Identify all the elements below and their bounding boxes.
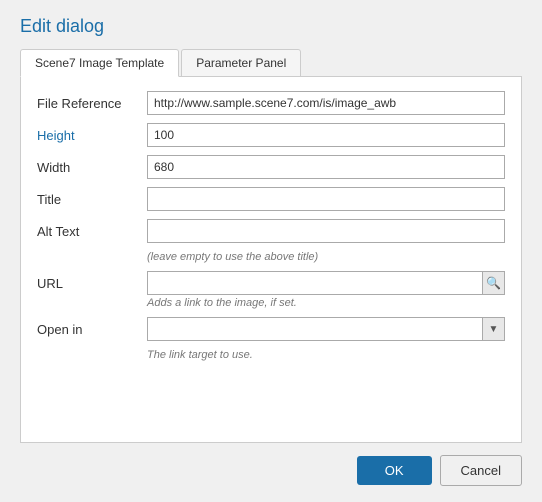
url-label: URL [37,276,147,291]
tab-bar: Scene7 Image Template Parameter Panel [20,49,522,77]
open-in-hint: The link target to use. [147,349,505,361]
open-in-row: Open in ▼ [37,317,505,341]
width-row: Width [37,155,505,179]
title-label: Title [37,192,147,207]
open-in-select-wrap: ▼ [147,317,505,341]
width-input[interactable] [147,155,505,179]
alt-text-label: Alt Text [37,224,147,239]
file-reference-label: File Reference [37,96,147,111]
title-input[interactable] [147,187,505,211]
tab-panel: File Reference Height Width Title Alt Te… [20,77,522,443]
edit-dialog: Edit dialog Scene7 Image Template Parame… [0,0,542,502]
open-in-select[interactable] [148,318,482,340]
file-reference-input[interactable] [147,91,505,115]
width-label: Width [37,160,147,175]
url-input-wrap: 🔍 [147,271,505,295]
height-label: Height [37,128,147,143]
open-in-label: Open in [37,322,147,337]
height-row: Height [37,123,505,147]
chevron-down-icon: ▼ [482,318,504,340]
tab-scene7[interactable]: Scene7 Image Template [20,49,179,77]
alt-text-row: Alt Text [37,219,505,243]
search-icon: 🔍 [486,276,501,290]
alt-text-input[interactable] [147,219,505,243]
tab-parameter[interactable]: Parameter Panel [181,49,301,76]
ok-button[interactable]: OK [357,456,432,485]
url-row: URL 🔍 [37,271,505,295]
dialog-title: Edit dialog [20,16,522,37]
title-row: Title [37,187,505,211]
file-reference-row: File Reference [37,91,505,115]
url-input[interactable] [148,272,482,294]
url-search-button[interactable]: 🔍 [482,272,504,294]
height-input[interactable] [147,123,505,147]
dialog-footer: OK Cancel [20,443,522,486]
alt-text-hint: (leave empty to use the above title) [147,251,505,263]
url-hint: Adds a link to the image, if set. [147,297,505,309]
cancel-button[interactable]: Cancel [440,455,522,486]
